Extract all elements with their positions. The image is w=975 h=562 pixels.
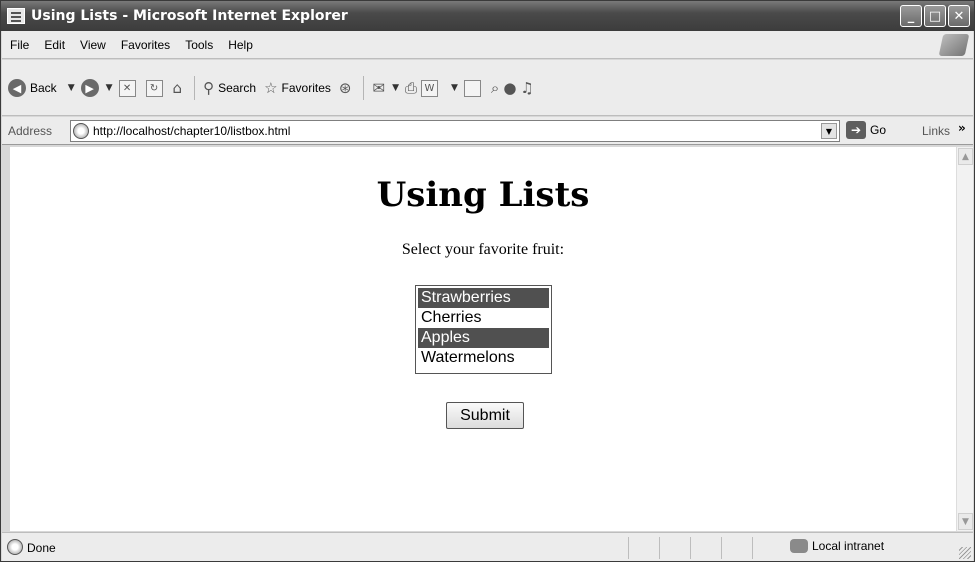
fruit-listbox[interactable]: Strawberries Cherries Apples Watermelons <box>415 285 552 374</box>
stop-icon[interactable]: ✕ <box>118 79 136 97</box>
go-label: Go <box>870 123 887 137</box>
menu-bar: File Edit View Favorites Tools Help <box>2 31 973 59</box>
menu-edit[interactable]: Edit <box>44 38 65 52</box>
back-arrow-icon: ◀ <box>8 79 26 97</box>
option-watermelons[interactable]: Watermelons <box>418 348 549 368</box>
menu-help[interactable]: Help <box>228 38 253 52</box>
close-button[interactable]: ✕ <box>948 5 970 27</box>
fruit-prompt: Select your favorite fruit: <box>401 241 565 258</box>
ie-page-icon <box>7 8 25 24</box>
messenger-icon[interactable]: ● <box>503 79 516 97</box>
window-title: Using Lists - Microsoft Internet Explore… <box>31 8 348 24</box>
mail-icon[interactable]: ✉ <box>372 79 385 97</box>
resize-grip-icon[interactable] <box>959 547 971 559</box>
option-strawberries[interactable]: Strawberries <box>418 288 549 308</box>
title-bar: Using Lists - Microsoft Internet Explore… <box>1 1 974 31</box>
minimize-button[interactable]: _ <box>900 5 922 27</box>
go-arrow-icon: ➔ <box>846 121 866 139</box>
address-bar: Address http://localhost/chapter10/listb… <box>2 117 973 145</box>
browser-window: Using Lists - Microsoft Internet Explore… <box>0 0 975 562</box>
search-icon: ⚲ <box>203 80 215 97</box>
status-bar: Done Local intranet <box>2 532 973 561</box>
mail-dropdown-icon[interactable]: ▼ <box>392 83 399 93</box>
star-icon: ☆ <box>264 80 278 97</box>
edit-dropdown-icon[interactable]: ▼ <box>451 83 458 93</box>
standard-toolbar: ◀ Back ▼ ▶ ▼ ✕ ↻ ⌂ ⚲ Search ☆ Favorites … <box>2 60 973 116</box>
links-chevron-icon[interactable]: » <box>958 121 966 135</box>
vertical-scrollbar[interactable]: ▲ ▼ <box>956 147 973 531</box>
intranet-icon <box>790 539 808 553</box>
page-content: Using Lists Select your favorite fruit: … <box>10 147 956 531</box>
back-label: Back <box>30 81 57 95</box>
menu-view[interactable]: View <box>80 38 106 52</box>
address-url: http://localhost/chapter10/listbox.html <box>93 124 291 138</box>
back-dropdown-icon[interactable]: ▼ <box>68 83 75 93</box>
refresh-icon[interactable]: ↻ <box>145 79 163 97</box>
history-icon[interactable]: ⊛ <box>339 79 352 97</box>
security-zone: Local intranet <box>790 539 884 553</box>
scroll-down-icon[interactable]: ▼ <box>958 513 973 530</box>
option-cherries[interactable]: Cherries <box>418 308 549 328</box>
menu-tools[interactable]: Tools <box>185 38 213 52</box>
chevron-down-icon[interactable]: ▼ <box>821 123 837 139</box>
menu-file[interactable]: File <box>10 38 29 52</box>
scroll-up-icon[interactable]: ▲ <box>958 148 973 165</box>
toolbar-separator <box>363 76 365 100</box>
search-label: Search <box>218 81 257 95</box>
toolbar-separator <box>194 76 196 100</box>
forward-arrow-icon[interactable]: ▶ <box>80 79 99 97</box>
favorites-button[interactable]: ☆ Favorites <box>264 79 331 97</box>
print-icon[interactable]: ⎙ <box>405 79 417 97</box>
back-button[interactable]: ◀ Back <box>8 79 57 97</box>
option-apples[interactable]: Apples <box>418 328 549 348</box>
research-icon[interactable]: ⌕ <box>491 79 499 97</box>
forward-dropdown-icon[interactable]: ▼ <box>106 83 113 93</box>
home-icon[interactable]: ⌂ <box>173 79 183 97</box>
windows-logo-icon <box>938 34 970 56</box>
word-edit-icon[interactable]: W <box>421 79 438 97</box>
status-panels <box>628 537 783 559</box>
favorites-label: Favorites <box>281 81 331 95</box>
page-title: Using Lists <box>376 175 590 215</box>
go-button[interactable]: ➔ Go <box>846 121 886 139</box>
discuss-icon[interactable] <box>463 79 481 97</box>
search-button[interactable]: ⚲ Search <box>203 79 256 97</box>
page-icon <box>73 123 89 139</box>
window-controls: _ □ ✕ <box>900 5 970 27</box>
links-label[interactable]: Links <box>922 124 950 138</box>
page-icon <box>7 539 23 555</box>
address-input[interactable]: http://localhost/chapter10/listbox.html … <box>70 120 840 142</box>
menu-favorites[interactable]: Favorites <box>121 38 170 52</box>
submit-button[interactable]: Submit <box>446 402 524 429</box>
status-text: Done <box>27 541 56 555</box>
zone-label: Local intranet <box>812 539 885 553</box>
maximize-button[interactable]: □ <box>924 5 946 27</box>
media-icon[interactable]: ♫ <box>520 79 533 97</box>
address-label: Address <box>8 124 53 138</box>
